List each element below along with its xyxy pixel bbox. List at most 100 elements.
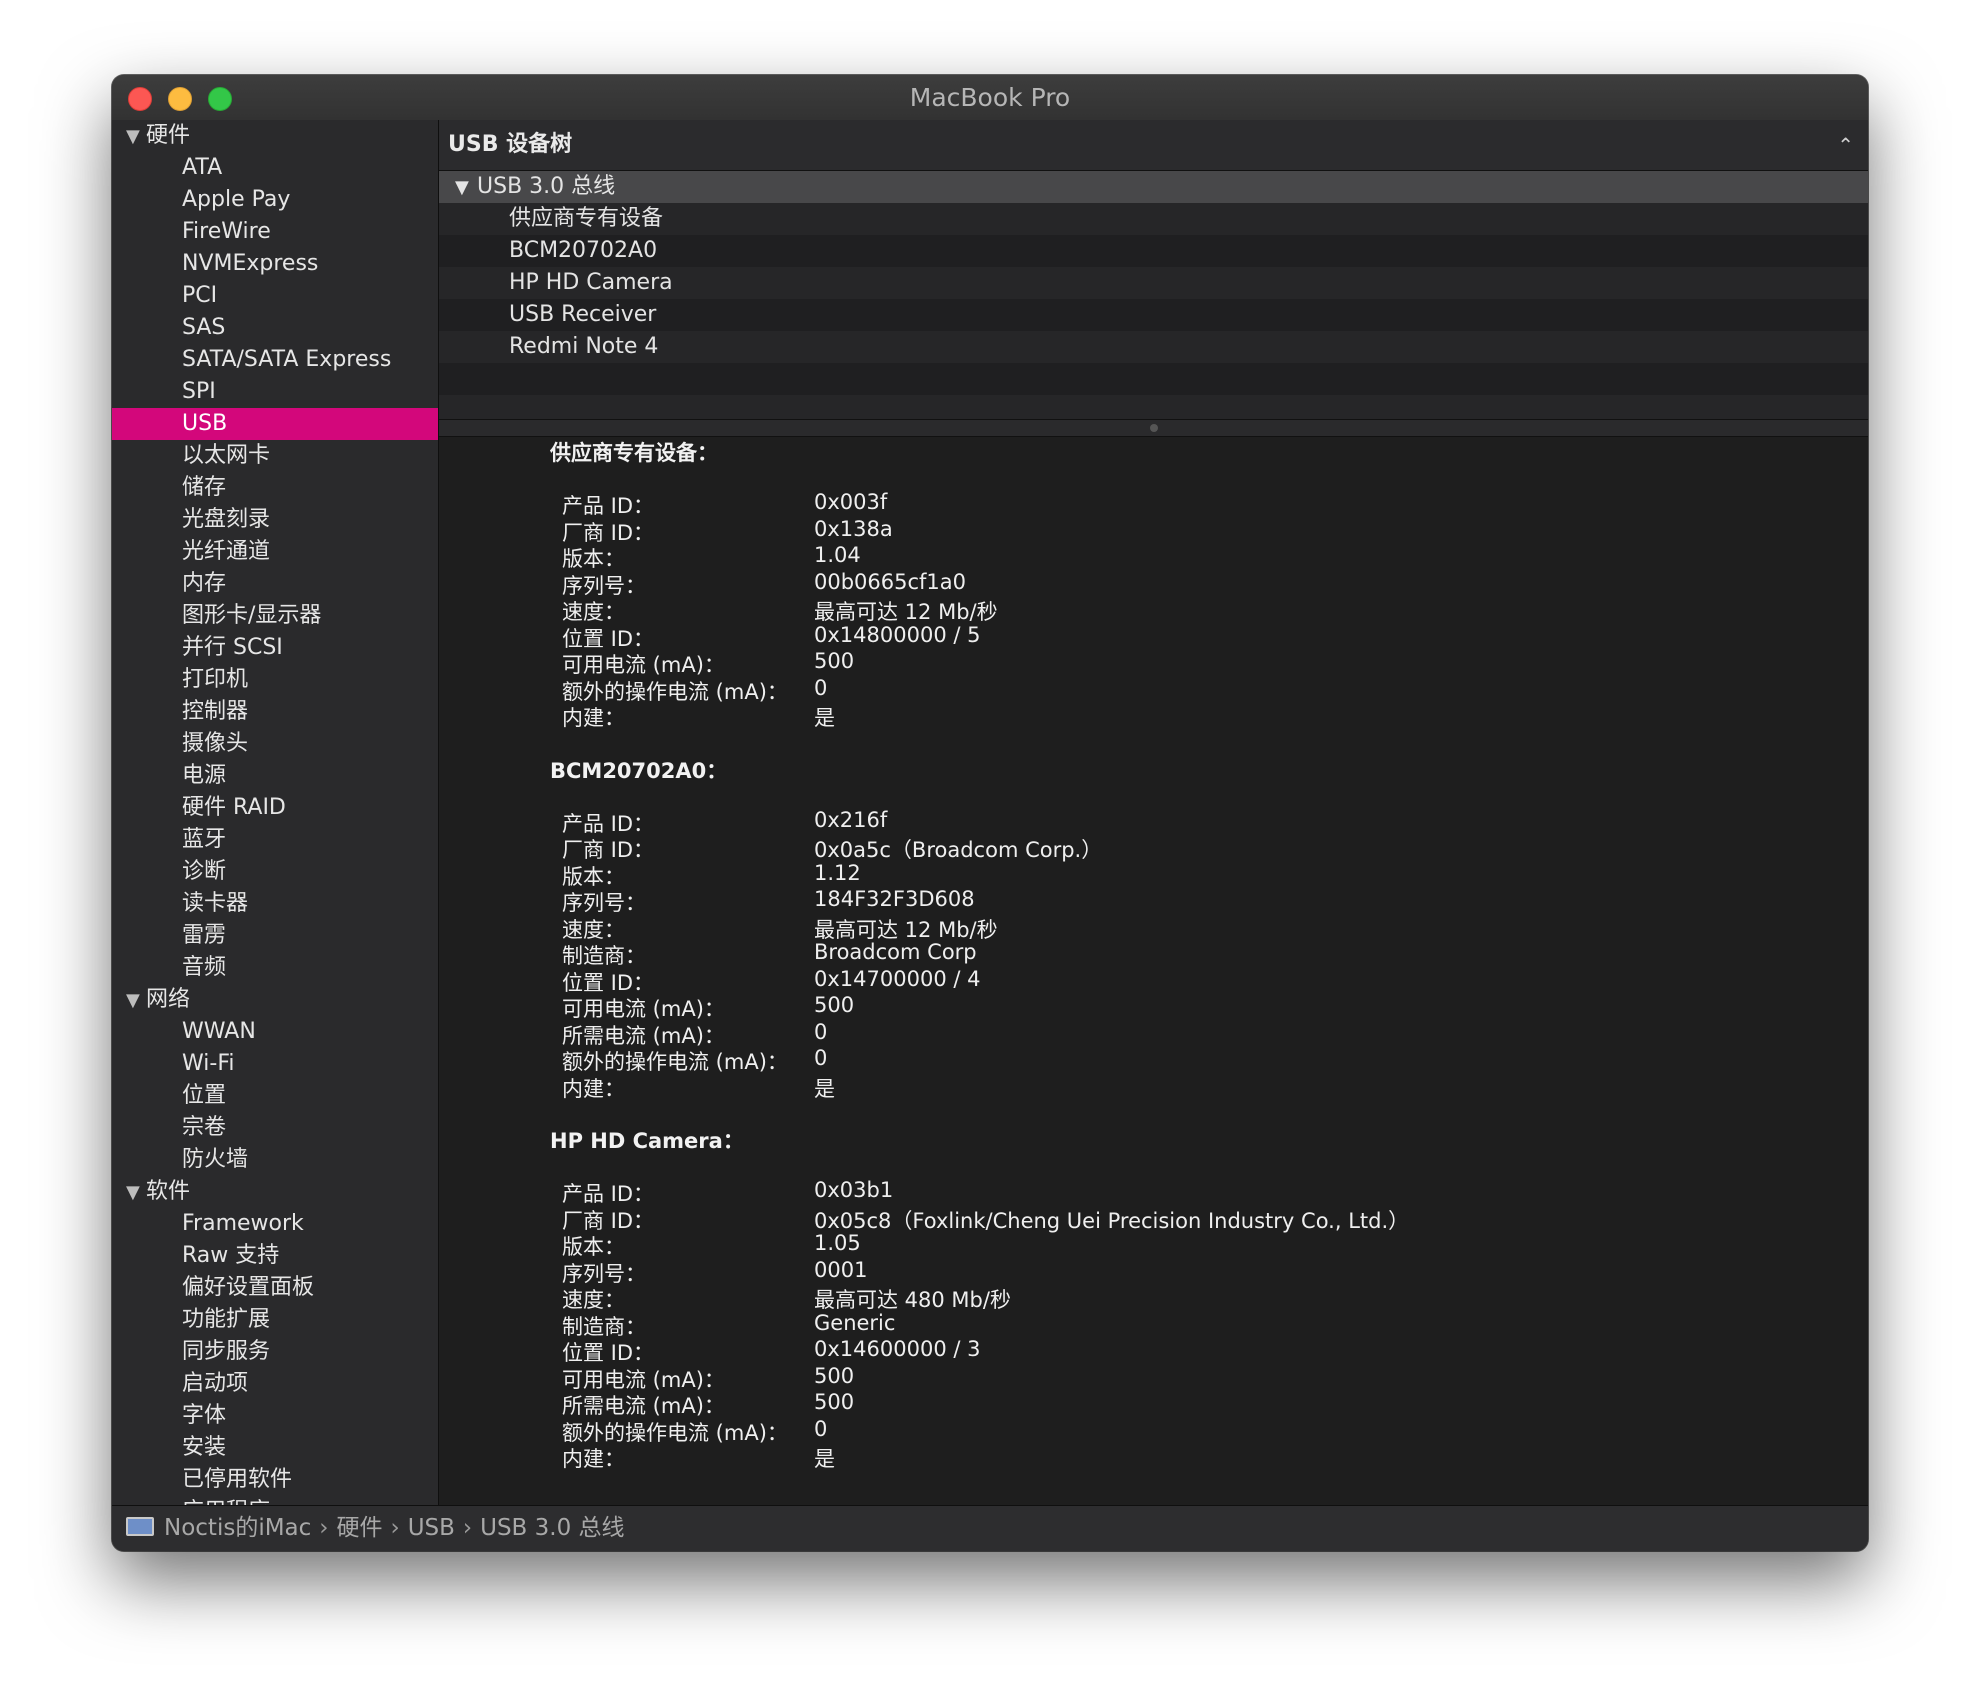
property-value: 500 [814, 1390, 855, 1414]
sidebar-item[interactable]: 偏好设置面板 [112, 1272, 438, 1304]
property-label: 产品 ID： [562, 1182, 655, 1206]
property-label: 可用电流 (mA)： [562, 1367, 725, 1392]
usb-bus-label: USB 3.0 总线 [477, 174, 616, 199]
property-value: 0x0a5c（Broadcom Corp.） [814, 838, 1103, 862]
sidebar-item[interactable]: Apple Pay [112, 184, 438, 216]
property-label: 额外的操作电流 (mA)： [562, 679, 788, 704]
usb-device-row[interactable]: 供应商专有设备 [439, 203, 1868, 235]
property-label: 速度： [562, 600, 625, 624]
sidebar-item[interactable]: 启动项 [112, 1368, 438, 1400]
split-view-divider[interactable] [439, 419, 1868, 437]
sidebar-item[interactable]: 功能扩展 [112, 1304, 438, 1336]
sidebar-item[interactable]: 电源 [112, 760, 438, 792]
sidebar-item[interactable]: SPI [112, 376, 438, 408]
property-label: 可用电流 (mA)： [562, 653, 725, 677]
property-label: 序列号： [562, 891, 646, 915]
property-label: 制造商： [562, 1314, 646, 1339]
divider-handle-icon[interactable] [1149, 424, 1158, 432]
sidebar-item[interactable]: 光纤通道 [112, 536, 438, 568]
usb-device-tree-header[interactable]: USB 设备树 ⌃ [439, 120, 1868, 171]
sidebar-item[interactable]: 同步服务 [112, 1336, 438, 1368]
sidebar-item[interactable]: FireWire [112, 216, 438, 248]
sidebar-item[interactable]: 安装 [112, 1432, 438, 1464]
sidebar-item[interactable]: WWAN [112, 1016, 438, 1048]
sidebar-item[interactable]: 储存 [112, 472, 438, 504]
sidebar-item[interactable]: USB [112, 408, 438, 440]
property-label: 内建： [562, 706, 625, 730]
property-value: 0001 [814, 1257, 868, 1282]
sidebar-item[interactable]: 硬件 RAID [112, 792, 438, 824]
property-label: 序列号： [562, 573, 646, 598]
sidebar-group[interactable]: ▼ 软件 [112, 1176, 438, 1208]
property-value: 最高可达 480 Mb/秒 [814, 1288, 1011, 1312]
sidebar-item[interactable]: Raw 支持 [112, 1240, 438, 1272]
property-label: 内建： [562, 1447, 625, 1471]
sidebar-item[interactable]: Framework [112, 1208, 438, 1240]
property-value: 0x138a [814, 516, 893, 541]
sidebar-item[interactable]: 雷雳 [112, 920, 438, 952]
property-value: 0 [814, 675, 828, 700]
property-value: Generic [814, 1310, 896, 1335]
system-information-window: MacBook Pro ▼ 硬件 ATA Apple Pay FireWire NVMEx… [112, 75, 1868, 1551]
usb-bus-row[interactable]: ▼ USB 3.0 总线 [439, 171, 1868, 203]
sidebar-item[interactable]: 位置 [112, 1080, 438, 1112]
usb-device-row[interactable]: USB Receiver [439, 299, 1868, 331]
sidebar-item[interactable]: NVMExpress [112, 248, 438, 280]
usb-device-row[interactable]: BCM20702A0 [439, 235, 1868, 267]
property-value: 0 [814, 1046, 828, 1070]
property-label: 内建： [562, 1076, 625, 1101]
property-label: 速度： [562, 917, 625, 942]
property-label: 位置 ID： [562, 970, 655, 995]
sidebar-item[interactable]: PCI [112, 280, 438, 312]
sidebar[interactable]: ▼ 硬件 ATA Apple Pay FireWire NVMExpress PCI SAS S… [112, 120, 439, 1506]
sidebar-item[interactable]: 宗卷 [112, 1112, 438, 1144]
sidebar-item[interactable]: SATA/SATA Express [112, 344, 438, 376]
disclosure-triangle-icon[interactable]: ▼ [126, 121, 146, 153]
sidebar-item[interactable]: 并行 SCSI [112, 632, 438, 664]
property-label: 制造商： [562, 944, 646, 968]
sidebar-item[interactable]: 字体 [112, 1400, 438, 1432]
sidebar-item[interactable]: 已停用软件 [112, 1464, 438, 1496]
property-value: 0 [814, 1416, 828, 1441]
sidebar-item[interactable]: 防火墙 [112, 1144, 438, 1176]
property-value: 184F32F3D608 [814, 887, 975, 911]
chevron-up-icon[interactable]: ⌃ [1837, 120, 1854, 170]
sidebar-group[interactable]: ▼ 硬件 [112, 120, 438, 152]
usb-device-row[interactable]: Redmi Note 4 [439, 331, 1868, 363]
sidebar-item[interactable]: 内存 [112, 568, 438, 600]
sidebar-group-label: 硬件 [146, 123, 191, 148]
sidebar-item[interactable]: Wi-Fi [112, 1048, 438, 1080]
sidebar-item[interactable]: 诊断 [112, 856, 438, 888]
sidebar-item[interactable]: 蓝牙 [112, 824, 438, 856]
breadcrumb-item[interactable]: USB [408, 1515, 455, 1541]
breadcrumb-item[interactable]: Noctis的iMac [164, 1515, 311, 1541]
breadcrumb-item[interactable]: USB 3.0 总线 [480, 1515, 624, 1541]
sidebar-item[interactable]: 打印机 [112, 664, 438, 696]
sidebar-item[interactable]: 以太网卡 [112, 440, 438, 472]
sidebar-item[interactable]: 光盘刻录 [112, 504, 438, 536]
sidebar-item[interactable]: 音频 [112, 952, 438, 984]
disclosure-triangle-icon[interactable]: ▼ [455, 172, 477, 204]
disclosure-triangle-icon[interactable]: ▼ [126, 1177, 146, 1209]
sidebar-item[interactable]: SAS [112, 312, 438, 344]
property-label: 额外的操作电流 (mA)： [562, 1420, 788, 1445]
sidebar-group[interactable]: ▼ 网络 [112, 984, 438, 1016]
usb-device-tree[interactable]: ▼ USB 3.0 总线 供应商专有设备 BCM20702A0 HP HD Camera… [439, 171, 1868, 427]
device-section-title: BCM20702A0： [550, 758, 728, 783]
property-label: 产品 ID： [562, 811, 655, 836]
sidebar-item[interactable]: 摄像头 [112, 728, 438, 760]
sidebar-item[interactable]: 图形卡/显示器 [112, 600, 438, 632]
window-title: MacBook Pro [909, 83, 1071, 112]
property-value: 500 [814, 1363, 855, 1388]
property-label: 速度： [562, 1288, 625, 1312]
breadcrumb-item[interactable]: 硬件 [337, 1515, 383, 1541]
disclosure-triangle-icon[interactable]: ▼ [126, 985, 146, 1017]
sidebar-item[interactable]: 控制器 [112, 696, 438, 728]
sidebar-item[interactable]: ATA [112, 152, 438, 184]
property-label: 产品 ID： [562, 494, 655, 518]
property-value: 0x14700000 / 4 [814, 966, 981, 991]
property-value: 0x003f [814, 490, 888, 514]
sidebar-item[interactable]: 读卡器 [112, 888, 438, 920]
usb-device-row[interactable]: HP HD Camera [439, 267, 1868, 299]
property-value: 是 [814, 706, 835, 730]
